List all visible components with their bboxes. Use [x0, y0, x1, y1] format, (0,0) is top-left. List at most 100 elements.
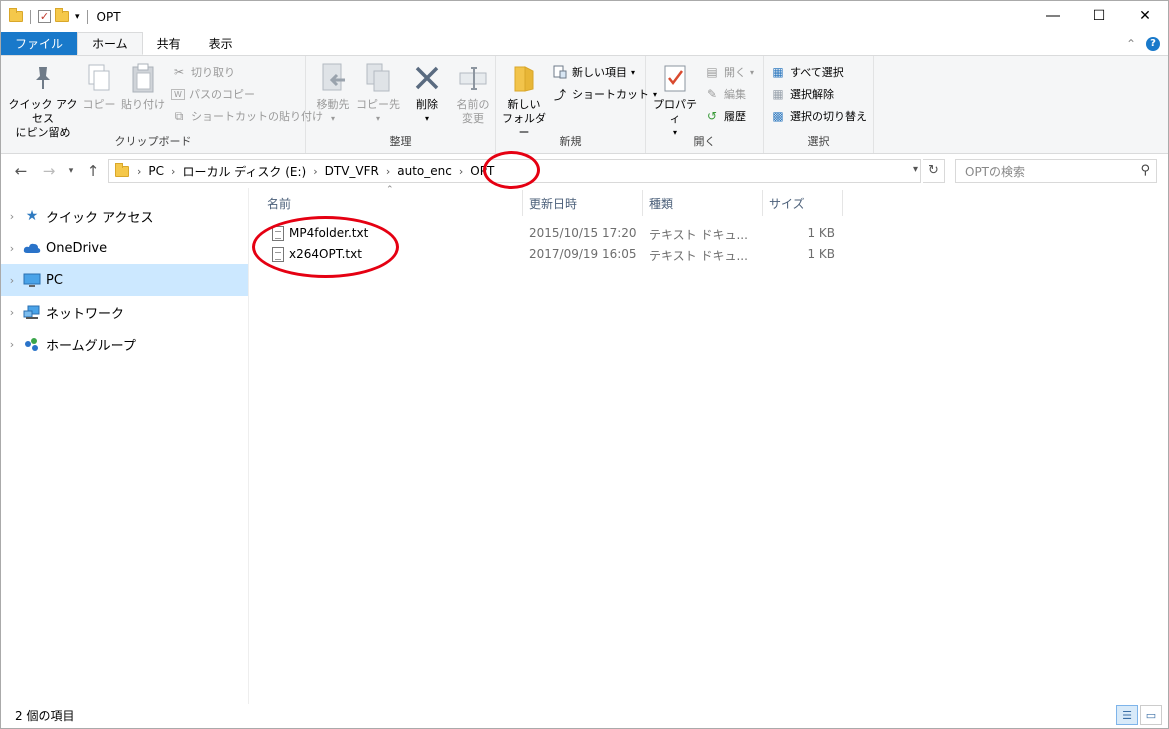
move-to-button[interactable]: 移動先 ▾ — [312, 62, 354, 126]
history-button[interactable]: ↺ 履歴 — [704, 108, 746, 124]
recent-locations-icon[interactable]: ▾ — [61, 166, 81, 176]
open-button[interactable]: ▤ 開く ▾ — [704, 64, 754, 80]
breadcrumb-auto-enc[interactable]: auto_enc — [397, 164, 452, 178]
column-header-name[interactable]: 名前 — [257, 190, 523, 216]
open-icon: ▤ — [706, 65, 718, 79]
address-dropdown-icon[interactable]: ▾ — [913, 164, 918, 175]
nav-item-onedrive[interactable]: › OneDrive — [1, 232, 248, 264]
copy-icon — [83, 62, 115, 94]
item-count: 2 個の項目 — [15, 708, 75, 723]
column-header-size[interactable]: サイズ — [763, 190, 843, 216]
back-arrow-icon[interactable]: ← — [11, 162, 31, 180]
invert-selection-button[interactable]: ▩ 選択の切り替え — [770, 108, 867, 124]
breadcrumb-local-disk[interactable]: ローカル ディスク (E:) — [182, 163, 306, 180]
new-folder-icon[interactable] — [55, 8, 69, 22]
chevron-right-icon[interactable]: › — [386, 165, 390, 178]
move-to-icon — [317, 62, 349, 94]
expand-chevron-icon[interactable]: › — [1, 338, 23, 351]
breadcrumb-pc[interactable]: PC — [148, 164, 164, 178]
copy-button[interactable]: コピー — [81, 62, 117, 112]
file-name: MP4folder.txt — [289, 226, 369, 240]
text-file-icon — [272, 247, 284, 262]
chevron-right-icon[interactable]: › — [137, 165, 141, 178]
edit-button[interactable]: ✎ 編集 — [704, 86, 746, 102]
tab-home[interactable]: ホーム — [77, 32, 143, 55]
pin-quick-access-button[interactable]: クイック アクセス にピン留め — [7, 62, 79, 140]
star-icon: ★ — [25, 208, 39, 224]
title-bar: ✓ ▾ OPT ― ☐ ✕ — [1, 1, 1168, 32]
file-size: 1 KB — [807, 226, 835, 240]
rename-icon — [457, 62, 489, 94]
navigation-pane: › ★ クイック アクセス › OneDrive › PC › ネットワーク ›… — [1, 200, 248, 700]
paste-shortcut-icon: ⧉ — [174, 108, 184, 123]
expand-chevron-icon[interactable]: › — [1, 306, 23, 319]
properties-check-icon[interactable]: ✓ — [38, 10, 51, 23]
copy-to-button[interactable]: コピー先 ▾ — [356, 62, 400, 126]
search-box[interactable]: OPTの検索 ⚲ — [955, 159, 1157, 183]
details-view-icon[interactable]: ☰ — [1116, 705, 1138, 725]
group-label: 開く — [693, 135, 716, 148]
breadcrumb-dtv-vfr[interactable]: DTV_VFR — [325, 164, 379, 178]
collapse-ribbon-icon[interactable]: ⌃ — [1126, 37, 1136, 51]
column-header-modified[interactable]: 更新日時 — [523, 190, 643, 216]
file-name: x264OPT.txt — [289, 247, 362, 261]
tab-share[interactable]: 共有 — [143, 32, 195, 55]
network-icon — [23, 304, 41, 320]
scissors-icon: ✂ — [173, 65, 185, 79]
open-group: プロパティ ▾ ▤ 開く ▾ ✎ 編集 ↺ 履歴 開く — [646, 56, 764, 153]
rename-button[interactable]: 名前の 変更 — [452, 62, 494, 126]
file-row[interactable]: x264OPT.txt 2017/09/19 16:05 テキスト ドキュ...… — [257, 244, 847, 265]
tab-view[interactable]: 表示 — [195, 32, 247, 55]
tab-file[interactable]: ファイル — [1, 32, 78, 55]
new-folder-button[interactable]: 新しい フォルダー — [502, 62, 546, 140]
easy-access-shortcut-button[interactable]: ⤴ ショートカット ▾ — [552, 86, 657, 102]
large-icons-view-icon[interactable]: ▭ — [1140, 705, 1162, 725]
group-label: 整理 — [389, 135, 412, 148]
navigation-bar: ← → ▾ ↑ › PC › ローカル ディスク (E:) › DTV_VFR … — [1, 154, 1168, 188]
refresh-icon[interactable]: ↻ — [923, 159, 945, 183]
nav-item-pc[interactable]: › PC — [1, 264, 248, 296]
breadcrumb-opt[interactable]: OPT — [470, 164, 494, 178]
file-row[interactable]: MP4folder.txt 2015/10/15 17:20 テキスト ドキュ.… — [257, 223, 847, 244]
address-bar[interactable]: › PC › ローカル ディスク (E:) › DTV_VFR › auto_e… — [108, 159, 921, 183]
shortcut-arrow-icon: ⤴ — [553, 87, 566, 102]
chevron-right-icon[interactable]: › — [171, 165, 175, 178]
up-arrow-icon[interactable]: ↑ — [83, 162, 103, 180]
status-bar: 2 個の項目 ☰ ▭ — [1, 702, 1168, 728]
maximize-icon[interactable]: ☐ — [1076, 1, 1122, 31]
cut-button[interactable]: ✂ 切り取り — [171, 64, 235, 80]
properties-button[interactable]: プロパティ ▾ — [652, 62, 698, 140]
expand-chevron-icon[interactable]: › — [1, 210, 23, 223]
nav-item-quick-access[interactable]: › ★ クイック アクセス — [1, 200, 248, 232]
copy-to-icon — [362, 62, 394, 94]
new-item-button[interactable]: 新しい項目 ▾ — [552, 64, 635, 80]
copy-path-button[interactable]: W パスのコピー — [171, 86, 255, 102]
customize-toolbar-icon[interactable]: ▾ — [75, 12, 80, 22]
group-label: 新規 — [559, 135, 582, 148]
paste-button[interactable]: 貼り付け — [121, 62, 165, 112]
help-icon[interactable]: ? — [1146, 36, 1160, 51]
nav-item-network[interactable]: › ネットワーク — [1, 296, 248, 328]
group-label: クリップボード — [114, 135, 192, 148]
chevron-right-icon[interactable]: › — [313, 165, 317, 178]
group-label: 選択 — [807, 135, 830, 148]
close-icon[interactable]: ✕ — [1122, 1, 1168, 31]
column-header-type[interactable]: 種類 — [643, 190, 763, 216]
minimize-icon[interactable]: ― — [1030, 1, 1076, 31]
forward-arrow-icon[interactable]: → — [39, 162, 59, 180]
search-icon[interactable]: ⚲ — [1140, 163, 1150, 178]
select-none-button[interactable]: ▦ 選択解除 — [770, 86, 834, 102]
chevron-right-icon[interactable]: › — [459, 165, 463, 178]
new-item-icon — [552, 64, 568, 80]
select-all-button[interactable]: ▦ すべて選択 — [770, 64, 843, 80]
ribbon: クイック アクセス にピン留め コピー 貼り付け ✂ 切り取り W パスのコピー… — [1, 56, 1168, 154]
homegroup-icon — [23, 336, 41, 352]
delete-x-icon — [411, 62, 443, 94]
nav-item-homegroup[interactable]: › ホームグループ — [1, 328, 248, 360]
file-modified: 2017/09/19 16:05 — [529, 247, 637, 261]
file-modified: 2015/10/15 17:20 — [529, 226, 637, 240]
expand-chevron-icon[interactable]: › — [1, 242, 23, 255]
delete-button[interactable]: 削除 ▾ — [410, 62, 444, 126]
expand-chevron-icon[interactable]: › — [1, 274, 23, 287]
paste-shortcut-button[interactable]: ⧉ ショートカットの貼り付け — [171, 108, 323, 124]
